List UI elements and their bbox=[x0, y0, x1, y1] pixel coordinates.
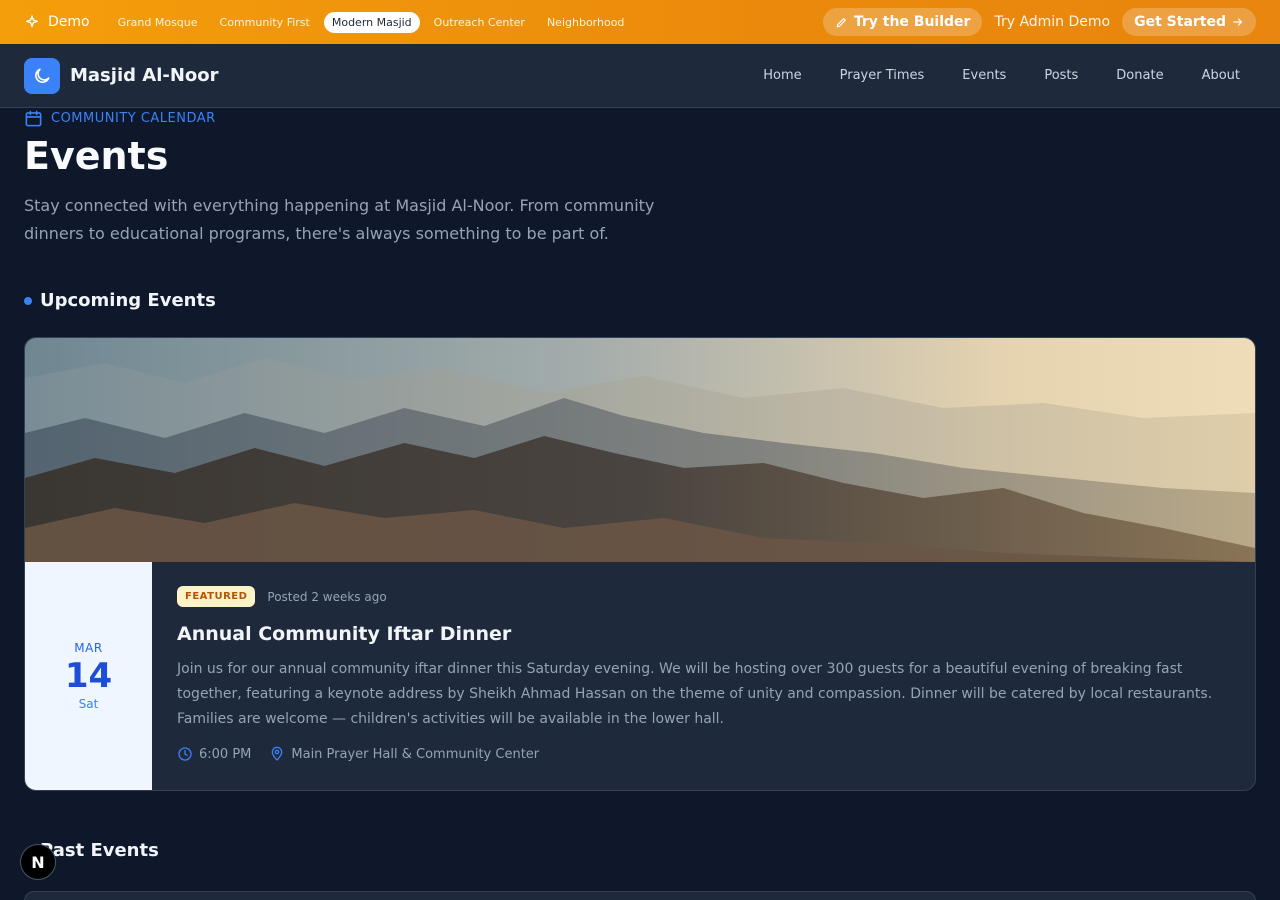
site-logo[interactable] bbox=[24, 57, 60, 94]
posted-time: Posted 2 weeks ago bbox=[267, 589, 387, 604]
page-title: Events bbox=[24, 134, 169, 178]
clock-icon bbox=[178, 747, 192, 761]
demo-actions: Try the Builder Try Admin Demo Get Start… bbox=[822, 8, 1256, 36]
nav-donate[interactable]: Donate bbox=[1116, 68, 1163, 83]
demo-tab-community-first[interactable]: Community First bbox=[212, 12, 318, 33]
event-hero-image bbox=[25, 338, 1255, 562]
try-admin-demo-link[interactable]: Try Admin Demo bbox=[994, 14, 1110, 30]
sparkle-icon bbox=[26, 15, 38, 28]
event-details: 6:00 PM Main Prayer Hall & Community Cen… bbox=[177, 746, 1231, 762]
demo-tab-outreach-center[interactable]: Outreach Center bbox=[426, 12, 533, 33]
event-body: MAR 14 Sat FEATURED Posted 2 weeks ago A… bbox=[25, 562, 1255, 790]
upcoming-events-heading: Upcoming Events bbox=[24, 290, 1256, 311]
demo-label: Demo bbox=[24, 14, 90, 30]
nav-events[interactable]: Events bbox=[962, 68, 1006, 83]
main-content: COMMUNITY CALENDAR Events Stay connected… bbox=[0, 109, 1280, 791]
featured-event-card[interactable]: MAR 14 Sat FEATURED Posted 2 weeks ago A… bbox=[24, 337, 1256, 791]
event-weekday: Sat bbox=[78, 697, 99, 711]
featured-badge: FEATURED bbox=[177, 586, 256, 607]
event-month: MAR bbox=[74, 641, 103, 655]
demo-bar: Demo Grand Mosque Community First Modern… bbox=[0, 0, 1280, 44]
past-events-heading: Past Events bbox=[40, 840, 159, 861]
map-pin-icon bbox=[272, 746, 283, 761]
event-day: 14 bbox=[64, 656, 113, 696]
event-location: Main Prayer Hall & Community Center bbox=[269, 746, 539, 762]
site-name[interactable]: Masjid Al-Noor bbox=[70, 65, 219, 86]
event-info: FEATURED Posted 2 weeks ago Annual Commu… bbox=[152, 562, 1255, 790]
event-time: 6:00 PM bbox=[177, 746, 251, 762]
demo-tab-grand-mosque[interactable]: Grand Mosque bbox=[110, 12, 206, 33]
event-date: MAR 14 Sat bbox=[25, 562, 152, 790]
event-location-text: Main Prayer Hall & Community Center bbox=[291, 746, 540, 762]
event-description: Join us for our annual community iftar d… bbox=[177, 661, 1213, 727]
get-started-button[interactable]: Get Started bbox=[1122, 8, 1256, 36]
get-started-label: Get Started bbox=[1134, 14, 1226, 30]
calendar-icon bbox=[25, 110, 42, 127]
past-event-card[interactable] bbox=[24, 891, 1256, 900]
nav-prayer-times[interactable]: Prayer Times bbox=[840, 68, 925, 83]
try-builder-label: Try the Builder bbox=[853, 14, 971, 30]
demo-tab-neighborhood[interactable]: Neighborhood bbox=[539, 12, 632, 33]
demo-tab-modern-masjid[interactable]: Modern Masjid bbox=[323, 11, 420, 33]
pencil-icon bbox=[836, 17, 846, 27]
demo-theme-tabs: Grand Mosque Community First Modern Masj… bbox=[110, 11, 633, 33]
demo-label-text: Demo bbox=[48, 14, 90, 30]
nav-about[interactable]: About bbox=[1202, 68, 1240, 83]
page-lead: Stay connected with everything happening… bbox=[24, 196, 655, 243]
nav-home[interactable]: Home bbox=[763, 68, 801, 83]
section-dot bbox=[24, 296, 32, 305]
site-header: Masjid Al-Noor Home Prayer Times Events … bbox=[0, 44, 1280, 108]
page-eyebrow-text: COMMUNITY CALENDAR bbox=[51, 111, 216, 126]
upcoming-events-heading-text: Upcoming Events bbox=[40, 290, 216, 311]
moon-icon bbox=[35, 68, 50, 83]
page-eyebrow: COMMUNITY CALENDAR bbox=[24, 109, 1256, 128]
try-builder-button[interactable]: Try the Builder bbox=[822, 8, 983, 36]
arrow-right-icon bbox=[1233, 18, 1243, 26]
mountain-landscape-image bbox=[25, 338, 1255, 562]
event-meta: FEATURED Posted 2 weeks ago bbox=[177, 586, 1231, 607]
main-nav: Home Prayer Times Events Posts Donate Ab… bbox=[763, 68, 1256, 83]
event-title[interactable]: Annual Community Iftar Dinner bbox=[177, 623, 1231, 645]
floating-dev-button[interactable]: N bbox=[20, 844, 56, 880]
nav-posts[interactable]: Posts bbox=[1044, 68, 1078, 83]
event-time-text: 6:00 PM bbox=[199, 746, 252, 762]
